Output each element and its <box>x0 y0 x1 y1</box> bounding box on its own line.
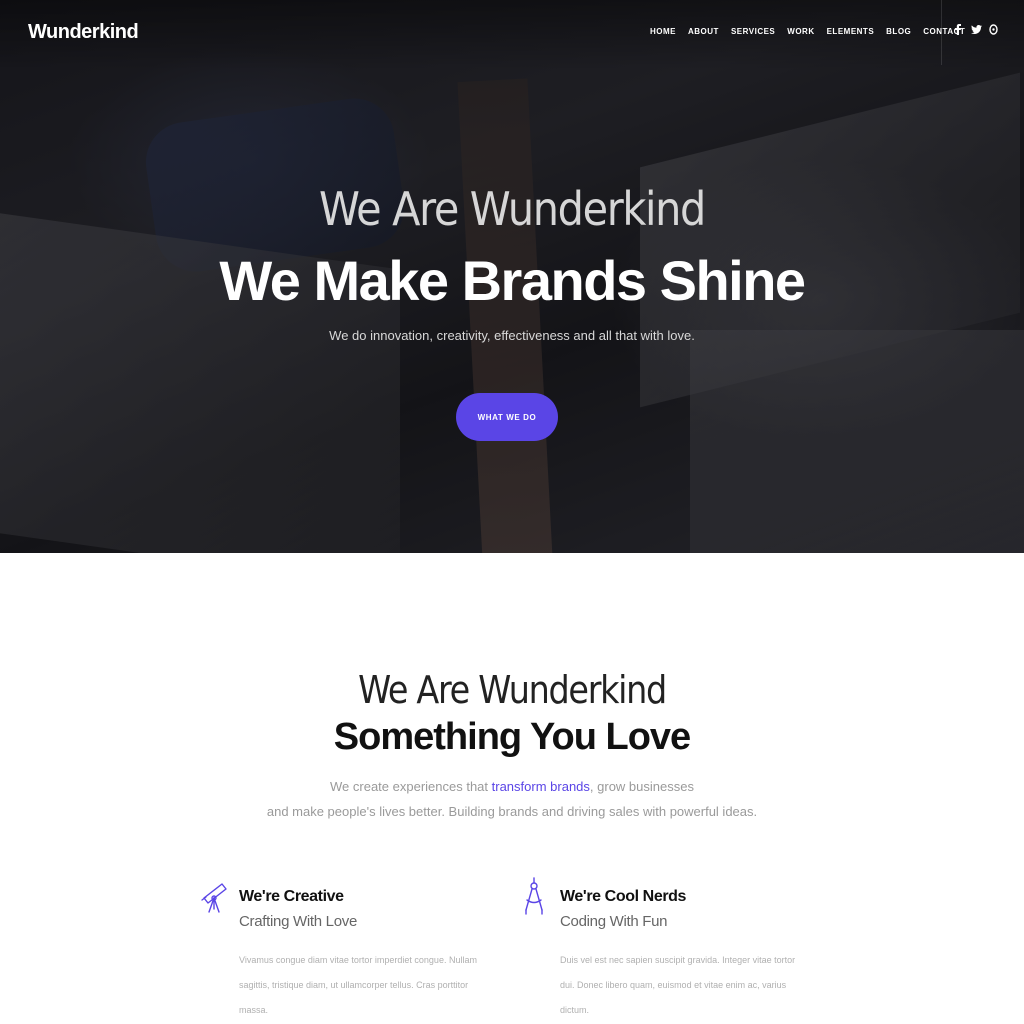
feature-title: We're Creative <box>239 888 344 905</box>
nav-item-work[interactable]: WORK <box>787 27 814 36</box>
nav-item-about[interactable]: ABOUT <box>688 27 719 36</box>
site-logo[interactable]: Wunderkind <box>28 21 139 44</box>
about-description: We create experiences that transform bra… <box>266 779 758 819</box>
feature-title: We're Cool Nerds <box>560 888 687 905</box>
feature-subtitle: Coding With Fun <box>560 913 668 930</box>
nav-item-elements[interactable]: ELEMENTS <box>827 27 875 36</box>
twitter-icon[interactable] <box>971 25 982 37</box>
hero-section: Wunderkind HOME ABOUT SERVICES WORK ELEM… <box>0 0 1024 553</box>
about-subtitle: We Are Wunderkind <box>358 668 667 712</box>
feature-text: Duis vel est nec sapien suscipit gravida… <box>560 955 796 1015</box>
nav-item-services[interactable]: SERVICES <box>731 27 775 36</box>
nav-item-blog[interactable]: BLOG <box>886 27 911 36</box>
compass-icon <box>521 876 549 916</box>
nav-item-home[interactable]: HOME <box>650 27 676 36</box>
transform-brands-link[interactable]: transform brands <box>492 779 590 794</box>
about-title: Something You Love <box>333 716 691 758</box>
nav-divider <box>941 0 942 65</box>
feature-text: Vivamus congue diam vitae tortor imperdi… <box>239 955 477 1015</box>
hero-title: We Make Brands Shine <box>219 249 806 312</box>
feature-subtitle: Crafting With Love <box>239 913 357 930</box>
hero-description: We do innovation, creativity, effectiven… <box>329 328 695 343</box>
main-nav: HOME ABOUT SERVICES WORK ELEMENTS BLOG C… <box>650 27 965 36</box>
what-we-do-button[interactable]: WHAT WE DO <box>456 393 558 441</box>
telescope-icon <box>200 876 228 916</box>
facebook-icon[interactable] <box>953 24 962 38</box>
dribbble-icon[interactable] <box>989 24 998 38</box>
social-links <box>953 24 998 38</box>
hero-subtitle: We Are Wunderkind <box>319 182 706 236</box>
